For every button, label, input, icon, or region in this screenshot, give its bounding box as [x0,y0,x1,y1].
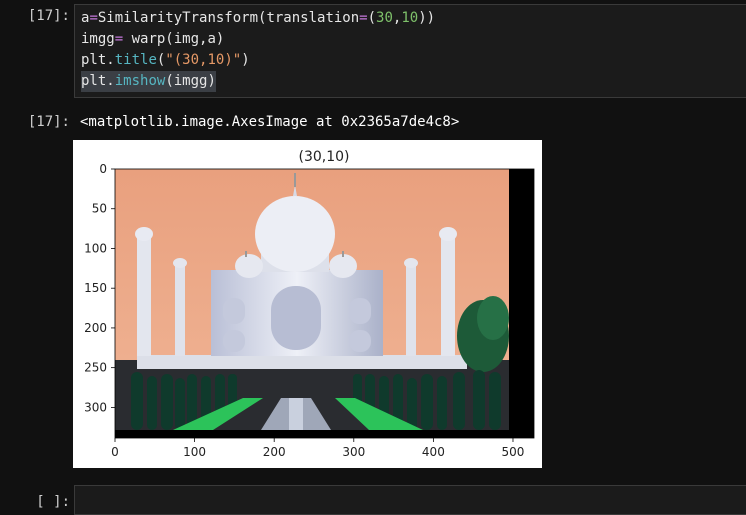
next-prompt: [ ]: [36,494,70,510]
x-tick-label: 200 [263,445,286,459]
y-tick-label: 0 [99,162,107,176]
output-prompt: [17]: [27,114,70,130]
code-token: ( [367,10,377,26]
code-token: 10 [401,10,419,26]
y-tick-label: 250 [84,361,107,375]
x-tick-label: 0 [111,445,119,459]
y-tick-label: 200 [84,321,107,335]
code-token: = [114,31,124,47]
code-token: 30 [376,10,393,26]
output-text: <matplotlib.image.AxesImage at 0x2365a7d… [80,114,460,130]
code-token: plt [81,73,107,89]
code-token: = [359,10,368,26]
code-line-3: plt.title("(30,10)") [81,50,250,71]
y-tick-label: 100 [84,241,107,255]
taj-mahal-image [115,169,534,438]
plot-title: (30,10) [298,149,349,165]
code-token: imgg [81,31,115,47]
code-token: ) [241,52,250,68]
code-line-1: a=SimilarityTransform(translation=(30,10… [81,8,435,29]
x-tick-label: 100 [183,445,206,459]
code-token: imshow [114,73,166,89]
y-tick-label: 300 [84,400,107,414]
x-tick-label: 500 [502,445,525,459]
code-token: "(30,10)" [165,52,242,68]
input-prompt: [17]: [27,8,70,24]
plot-figure: (30,10) 0 100 200 300 400 500 0 50 100 1… [73,140,542,468]
x-tick-label: 400 [422,445,445,459]
code-token: . [106,73,115,89]
code-token: . [106,52,115,68]
code-token: plt [81,52,107,68]
code-token: (imgg) [165,73,216,89]
code-token: SimilarityTransform(translation [97,10,360,26]
next-code-cell[interactable] [74,485,746,515]
plot-svg: (30,10) 0 100 200 300 400 50005010015020… [84,149,535,459]
x-tick-label: 300 [342,445,365,459]
code-token: )) [418,10,436,26]
code-line-4: plt.imshow(imgg) [81,71,216,92]
code-token: warp(img,a) [123,31,225,47]
code-token: title [114,52,157,68]
y-tick-label: 150 [84,281,107,295]
code-line-2: imgg= warp(img,a) [81,29,224,50]
code-cell[interactable]: a=SimilarityTransform(translation=(30,10… [74,4,746,98]
code-token: = [89,10,98,26]
y-tick-label: 50 [92,202,107,216]
